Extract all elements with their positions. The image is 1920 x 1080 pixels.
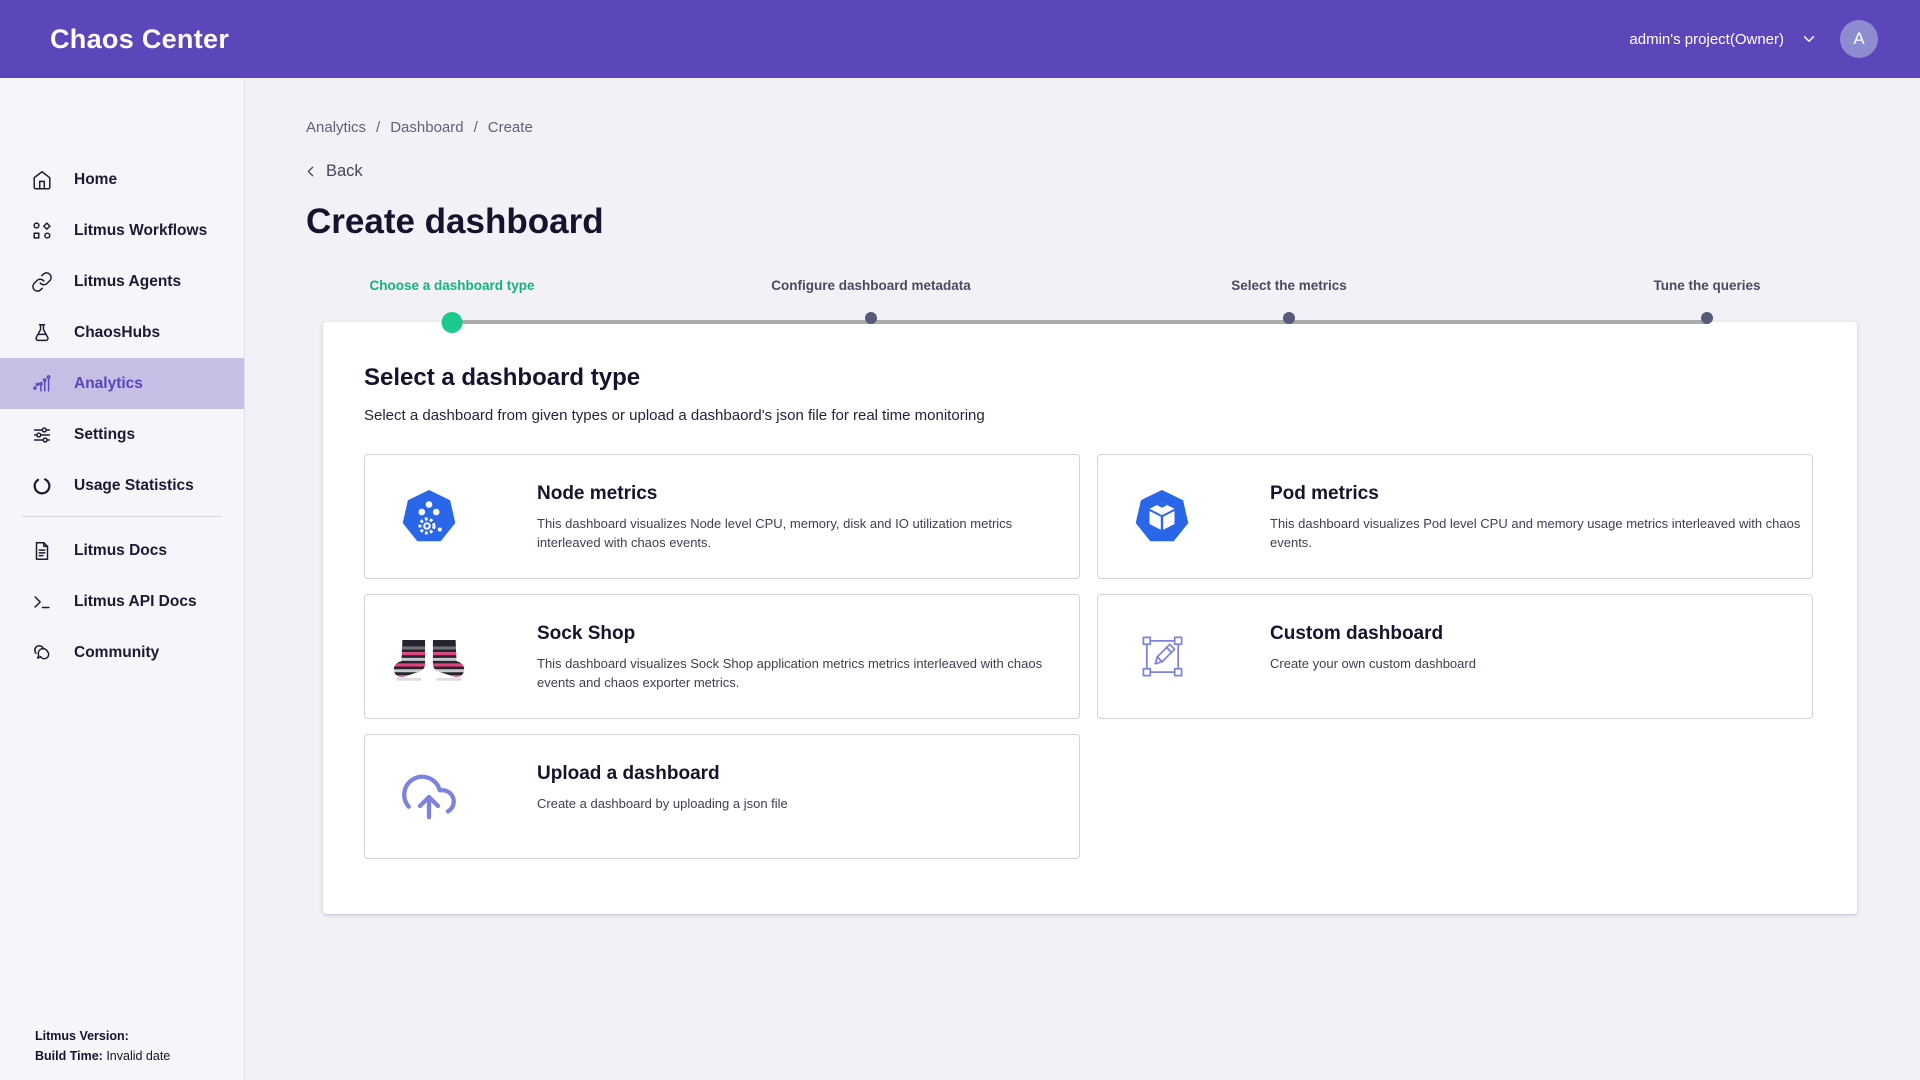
app-title: Chaos Center [50, 24, 229, 55]
community-bubbles-icon [31, 642, 53, 664]
step-label-3: Select the metrics [1231, 278, 1347, 293]
avatar-letter: A [1853, 29, 1864, 49]
sidebar-item-litmus-api-docs[interactable]: Litmus API Docs [0, 576, 244, 627]
card-description: Create a dashboard by uploading a json f… [537, 795, 1079, 814]
top-bar: Chaos Center admin's project(Owner) A [0, 0, 1920, 78]
upload-cloud-icon [389, 735, 469, 858]
sidebar-footer: Litmus Version: Build Time: Invalid date [35, 1027, 170, 1066]
sidebar-item-label: Litmus Docs [74, 542, 167, 560]
card-title: Sock Shop [537, 623, 1079, 645]
panel-subheading: Select a dashboard from given types or u… [364, 407, 1813, 424]
step-label-2: Configure dashboard metadata [771, 278, 971, 293]
home-icon [31, 169, 53, 191]
build-time-value: Invalid date [106, 1049, 170, 1063]
sidebar-item-label: Home [74, 171, 117, 189]
card-title: Pod metrics [1270, 483, 1812, 505]
card-description: This dashboard visualizes Pod level CPU … [1270, 515, 1812, 553]
step-label-4: Tune the queries [1653, 278, 1760, 293]
card-text: Node metrics This dashboard visualizes N… [537, 455, 1079, 578]
step-dot-3 [1283, 312, 1295, 324]
back-label: Back [326, 162, 363, 181]
litmus-version-label: Litmus Version: [35, 1029, 129, 1043]
node-metrics-icon [389, 455, 469, 578]
flask-icon [31, 322, 53, 344]
page-title: Create dashboard [306, 202, 604, 242]
card-upload-dashboard[interactable]: Upload a dashboard Create a dashboard by… [364, 734, 1080, 859]
usage-circle-icon [31, 475, 53, 497]
breadcrumb-analytics[interactable]: Analytics [306, 119, 366, 136]
sock-shop-icon [389, 595, 469, 718]
card-description: This dashboard visualizes Node level CPU… [537, 515, 1079, 553]
sidebar-item-label: Settings [74, 426, 135, 444]
card-custom-dashboard[interactable]: Custom dashboard Create your own custom … [1097, 594, 1813, 719]
card-text: Sock Shop This dashboard visualizes Sock… [537, 595, 1079, 718]
sidebar-item-litmus-agents[interactable]: Litmus Agents [0, 256, 244, 307]
card-text: Pod metrics This dashboard visualizes Po… [1270, 455, 1812, 578]
breadcrumb: Analytics / Dashboard / Create [306, 119, 533, 136]
sidebar-item-analytics[interactable]: Analytics [0, 358, 244, 409]
sidebar-item-label: Litmus Workflows [74, 222, 207, 240]
breadcrumb-separator: / [376, 119, 380, 136]
sidebar-item-label: Usage Statistics [74, 477, 194, 495]
card-text: Upload a dashboard Create a dashboard by… [537, 735, 1079, 858]
bar-chart-icon [31, 373, 53, 395]
sidebar-item-chaoshubs[interactable]: ChaosHubs [0, 307, 244, 358]
sidebar-item-label: Community [74, 644, 159, 662]
step-label-1: Choose a dashboard type [369, 278, 534, 293]
back-button[interactable]: Back [302, 162, 363, 181]
sidebar-item-home[interactable]: Home [0, 154, 244, 205]
sidebar-item-litmus-workflows[interactable]: Litmus Workflows [0, 205, 244, 256]
dashboard-type-panel: Select a dashboard type Select a dashboa… [323, 322, 1857, 914]
terminal-icon [31, 591, 53, 613]
sidebar-item-label: Litmus Agents [74, 273, 181, 291]
card-title: Upload a dashboard [537, 763, 1079, 785]
step-dot-2 [865, 312, 877, 324]
sidebar-item-label: Analytics [74, 375, 143, 393]
sliders-icon [31, 424, 53, 446]
card-pod-metrics[interactable]: Pod metrics This dashboard visualizes Po… [1097, 454, 1813, 579]
chevron-left-icon [302, 163, 319, 180]
step-dot-1 [442, 312, 463, 333]
agents-link-icon [31, 271, 53, 293]
header-right: admin's project(Owner) A [1629, 20, 1878, 58]
avatar[interactable]: A [1840, 20, 1878, 58]
document-icon [31, 540, 53, 562]
main-content: Analytics / Dashboard / Create Back Crea… [246, 78, 1920, 1080]
sidebar-item-label: ChaosHubs [74, 324, 160, 342]
step-dot-4 [1701, 312, 1713, 324]
dashboard-type-grid: Node metrics This dashboard visualizes N… [364, 454, 1813, 859]
card-node-metrics[interactable]: Node metrics This dashboard visualizes N… [364, 454, 1080, 579]
card-description: This dashboard visualizes Sock Shop appl… [537, 655, 1079, 693]
breadcrumb-separator: / [474, 119, 478, 136]
workflows-icon [31, 220, 53, 242]
build-time-label: Build Time: [35, 1049, 103, 1063]
stepper-line [452, 320, 1707, 324]
breadcrumb-dashboard[interactable]: Dashboard [390, 119, 463, 136]
chevron-down-icon [1800, 30, 1818, 48]
sidebar-item-community[interactable]: Community [0, 627, 244, 678]
breadcrumb-create[interactable]: Create [488, 119, 533, 136]
sidebar-item-litmus-docs[interactable]: Litmus Docs [0, 525, 244, 576]
card-title: Node metrics [537, 483, 1079, 505]
sidebar-divider [22, 516, 222, 517]
card-title: Custom dashboard [1270, 623, 1812, 645]
pod-metrics-icon [1122, 455, 1202, 578]
project-selector-label: admin's project(Owner) [1629, 31, 1784, 48]
card-text: Custom dashboard Create your own custom … [1270, 595, 1812, 718]
sidebar: Home Litmus Workflows Litmus Agents Chao… [0, 78, 245, 1080]
panel-heading: Select a dashboard type [364, 364, 1813, 392]
project-selector[interactable]: admin's project(Owner) [1629, 30, 1818, 48]
card-description: Create your own custom dashboard [1270, 655, 1812, 674]
custom-dashboard-icon [1122, 595, 1202, 718]
card-sock-shop[interactable]: Sock Shop This dashboard visualizes Sock… [364, 594, 1080, 719]
sidebar-item-label: Litmus API Docs [74, 593, 197, 611]
sidebar-item-settings[interactable]: Settings [0, 409, 244, 460]
sidebar-item-usage-statistics[interactable]: Usage Statistics [0, 460, 244, 511]
